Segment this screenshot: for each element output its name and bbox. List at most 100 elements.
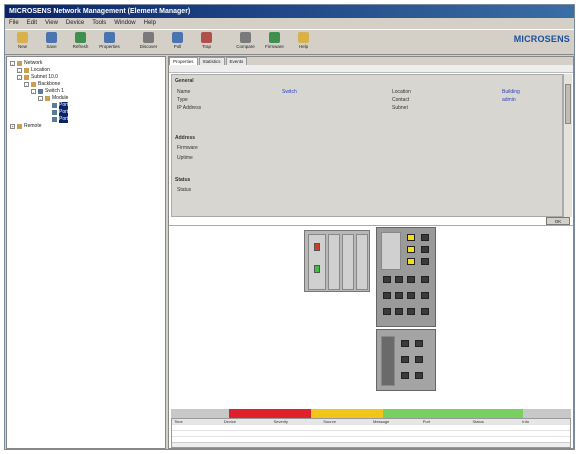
tab-properties[interactable]: Properties: [169, 57, 198, 65]
port-icon[interactable]: [383, 292, 391, 299]
ok-button[interactable]: OK: [546, 217, 570, 225]
module-slot[interactable]: [328, 234, 340, 290]
port-icon[interactable]: [421, 246, 429, 253]
tree-node[interactable]: Port: [7, 109, 165, 116]
column-header[interactable]: Status: [471, 419, 521, 424]
folder-icon: [17, 124, 22, 129]
port-icon[interactable]: [401, 356, 409, 363]
menu-item[interactable]: View: [45, 18, 58, 29]
poll-icon: [172, 32, 183, 43]
module-slot[interactable]: [356, 234, 368, 290]
port-icon[interactable]: [407, 234, 415, 241]
folder-icon: [24, 75, 29, 80]
menu-item[interactable]: Tools: [92, 18, 106, 29]
tree-node[interactable]: - Switch 1: [7, 88, 165, 95]
toolbar-button[interactable]: Firmware: [261, 30, 288, 55]
tree-node[interactable]: Port: [7, 116, 165, 123]
port-icon[interactable]: [395, 308, 403, 315]
port-icon[interactable]: [421, 308, 429, 315]
module-slot[interactable]: [342, 234, 354, 290]
port-icon[interactable]: [401, 340, 409, 347]
column-header[interactable]: Time: [172, 419, 222, 424]
port-icon[interactable]: [415, 356, 423, 363]
port-icon[interactable]: [395, 276, 403, 283]
table-cell: [272, 425, 322, 430]
collapse-icon[interactable]: -: [17, 75, 22, 80]
column-header[interactable]: Severity: [272, 419, 322, 424]
tree-node[interactable]: - Module: [7, 95, 165, 102]
alarm-segment[interactable]: [311, 409, 383, 418]
module-slot[interactable]: [381, 232, 401, 270]
alarm-segment[interactable]: [229, 409, 311, 418]
scroll-thumb[interactable]: [565, 84, 571, 124]
device-icon: [38, 89, 43, 94]
port-icon[interactable]: [421, 234, 429, 241]
tree-node[interactable]: - Subnet 10.0: [7, 74, 165, 81]
device-chassis-a[interactable]: [304, 230, 370, 292]
toolbar-button[interactable]: Discover: [135, 30, 162, 55]
port-icon[interactable]: [383, 308, 391, 315]
tree-node[interactable]: - Backbone: [7, 81, 165, 88]
port-icon[interactable]: [415, 340, 423, 347]
property-value[interactable]: Switch: [282, 89, 297, 95]
property-value[interactable]: Building: [502, 89, 520, 95]
alarm-segment[interactable]: [523, 409, 571, 418]
toolbar-button[interactable]: Refresh: [67, 30, 94, 55]
folder-icon: [17, 61, 22, 66]
port-icon[interactable]: [407, 276, 415, 283]
properties-panel: General Address Status Name Switch Location Bu…: [171, 74, 563, 217]
port-icon[interactable]: [407, 308, 415, 315]
module-slot[interactable]: [381, 336, 395, 386]
collapse-icon[interactable]: -: [38, 96, 43, 101]
menu-item[interactable]: File: [9, 18, 19, 29]
column-header[interactable]: Device: [222, 419, 272, 424]
port-icon[interactable]: [421, 276, 429, 283]
tree-node[interactable]: Port: [7, 102, 165, 109]
expand-icon[interactable]: +: [10, 124, 15, 129]
horizontal-scrollbar[interactable]: [172, 442, 570, 447]
port-icon[interactable]: [401, 372, 409, 379]
menu-item[interactable]: Device: [66, 18, 84, 29]
port-icon[interactable]: [407, 292, 415, 299]
port-icon[interactable]: [421, 258, 429, 265]
port-icon[interactable]: [395, 292, 403, 299]
column-header[interactable]: Info: [520, 419, 570, 424]
tab-statistics[interactable]: Statistics: [198, 57, 225, 65]
port-icon[interactable]: [415, 372, 423, 379]
toolbar-button[interactable]: Compare: [232, 30, 259, 55]
device-chassis-b[interactable]: [376, 227, 436, 327]
menu-item[interactable]: Edit: [27, 18, 37, 29]
menu-item[interactable]: Window: [114, 18, 135, 29]
toolbar-button[interactable]: Poll: [164, 30, 191, 55]
menu-item[interactable]: Help: [144, 18, 156, 29]
tree-node-label: Network: [24, 60, 43, 66]
tree-node[interactable]: + Remote: [7, 123, 165, 130]
collapse-icon[interactable]: -: [31, 89, 36, 94]
tree-node[interactable]: - Location: [7, 67, 165, 74]
collapse-icon[interactable]: -: [17, 68, 22, 73]
toolbar-button[interactable]: Save: [38, 30, 65, 55]
toolbar-button-label: Help: [298, 44, 309, 49]
toolbar-button[interactable]: New: [9, 30, 36, 55]
vertical-scrollbar[interactable]: [563, 74, 572, 217]
toolbar-button[interactable]: Trap: [193, 30, 220, 55]
collapse-icon[interactable]: -: [10, 61, 15, 66]
device-chassis-c[interactable]: [376, 329, 436, 391]
column-header[interactable]: Message: [371, 419, 421, 424]
column-header[interactable]: Port: [421, 419, 471, 424]
property-value[interactable]: admin: [502, 97, 516, 103]
network-tree-panel[interactable]: - Network - Location - Subnet 10.0- Backbone - S…: [6, 56, 166, 449]
tab-events[interactable]: Events: [225, 57, 248, 65]
collapse-icon[interactable]: -: [24, 82, 29, 87]
alarm-segment[interactable]: [171, 409, 229, 418]
port-icon[interactable]: [383, 276, 391, 283]
port-icon[interactable]: [407, 258, 415, 265]
port-icon[interactable]: [407, 246, 415, 253]
port-icon[interactable]: [421, 292, 429, 299]
toolbar-button[interactable]: Help: [290, 30, 317, 55]
property-label: Subnet: [392, 105, 408, 111]
toolbar-button[interactable]: Properties: [96, 30, 123, 55]
alarm-segment[interactable]: [383, 409, 523, 418]
tree-node[interactable]: - Network: [7, 60, 165, 67]
column-header[interactable]: Source: [321, 419, 371, 424]
